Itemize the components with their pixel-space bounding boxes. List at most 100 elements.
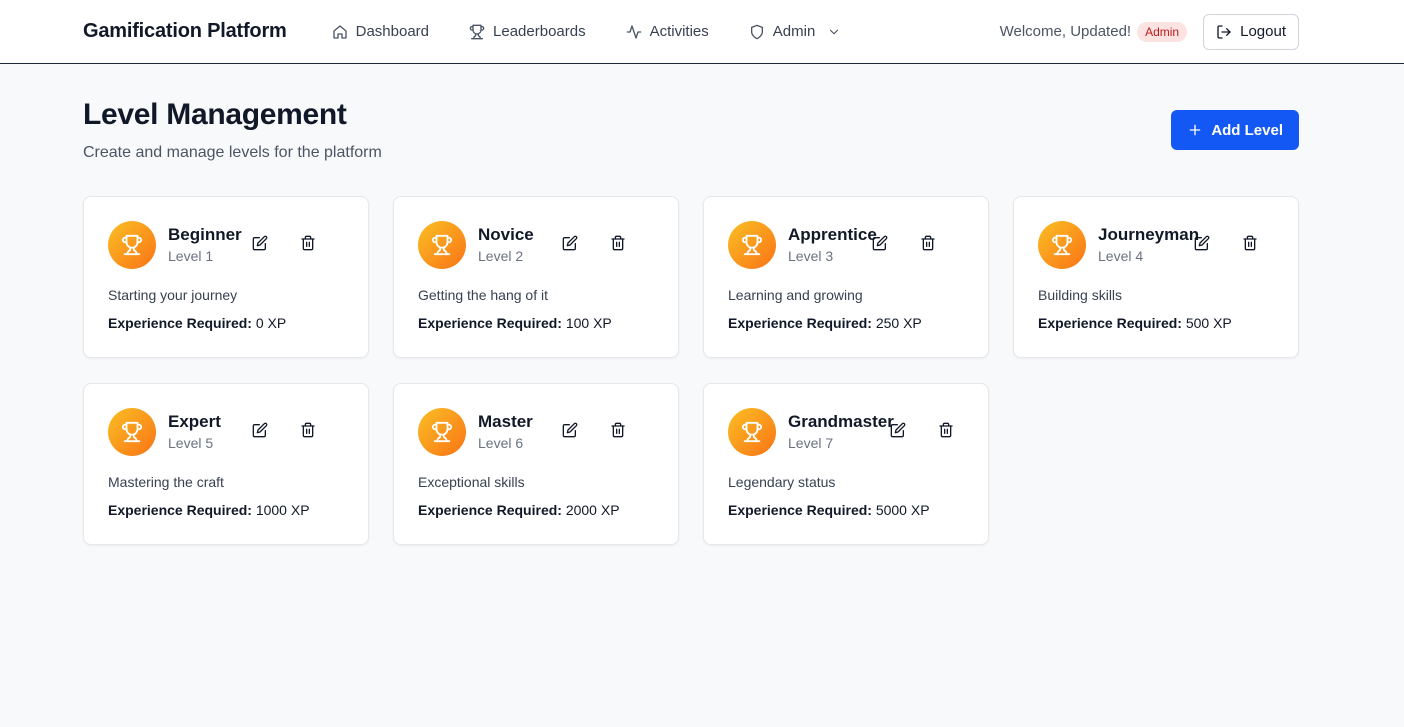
xp-value: 5000 XP	[875, 502, 930, 518]
trophy-icon	[431, 421, 453, 443]
level-name: Novice	[478, 225, 534, 244]
level-xp: Experience Required: 5000 XP	[728, 502, 964, 518]
trophy-icon	[469, 24, 485, 39]
level-card: Novice Level 2 Getting the hang of it Exp…	[393, 196, 679, 358]
level-xp: Experience Required: 250 XP	[728, 315, 964, 331]
trophy-badge	[728, 221, 776, 269]
level-name: Apprentice	[788, 225, 877, 244]
level-description: Exceptional skills	[418, 474, 525, 490]
delete-level-button[interactable]	[296, 418, 320, 442]
trash-icon	[611, 235, 625, 251]
level-number: Level 7	[788, 435, 834, 451]
nav-admin-dropdown[interactable]: Admin	[749, 23, 842, 40]
xp-label: Experience Required:	[418, 502, 562, 518]
xp-value: 2000 XP	[565, 502, 620, 518]
level-name: Journeyman	[1098, 225, 1200, 244]
edit-icon	[1194, 235, 1210, 251]
level-xp: Experience Required: 2000 XP	[418, 502, 654, 518]
trophy-icon	[121, 234, 143, 256]
edit-icon	[562, 422, 578, 438]
level-number: Level 5	[168, 435, 214, 451]
level-xp: Experience Required: 100 XP	[418, 315, 654, 331]
level-description: Mastering the craft	[108, 474, 224, 490]
trash-icon	[1243, 235, 1257, 251]
level-card: Grandmaster Level 7 Legendary status Expe…	[703, 383, 989, 545]
nav-leaderboards[interactable]: Leaderboards	[469, 23, 586, 40]
level-name: Grandmaster	[788, 412, 894, 431]
home-icon	[332, 24, 347, 39]
level-xp: Experience Required: 0 XP	[108, 315, 344, 331]
edit-icon	[252, 422, 268, 438]
logout-button[interactable]: Logout	[1203, 13, 1299, 50]
xp-label: Experience Required:	[108, 315, 252, 331]
trophy-badge	[728, 408, 776, 456]
top-navbar: Gamification Platform Dashboard Leaderbo…	[0, 0, 1404, 64]
delete-level-button[interactable]	[606, 231, 630, 255]
delete-level-button[interactable]	[1238, 231, 1262, 255]
trophy-badge	[108, 408, 156, 456]
page-subtitle: Create and manage levels for the platfor…	[83, 144, 382, 161]
edit-level-button[interactable]	[1190, 231, 1214, 255]
main-nav: Dashboard Leaderboards Activities Admin	[332, 23, 842, 40]
xp-label: Experience Required:	[728, 315, 872, 331]
trash-icon	[301, 422, 315, 438]
xp-value: 500 XP	[1185, 315, 1232, 331]
add-level-label: Add Level	[1211, 121, 1283, 139]
logout-icon	[1217, 24, 1231, 39]
trophy-badge	[418, 408, 466, 456]
trophy-icon	[431, 234, 453, 256]
xp-label: Experience Required:	[728, 502, 872, 518]
role-badge: Admin	[1137, 21, 1188, 42]
chevron-down-icon	[830, 29, 839, 34]
level-number: Level 4	[1098, 248, 1144, 264]
trophy-badge	[1038, 221, 1086, 269]
level-description: Getting the hang of it	[418, 287, 548, 303]
xp-value: 100 XP	[565, 315, 612, 331]
level-name: Master	[478, 412, 533, 431]
activity-icon	[626, 24, 641, 39]
nav-dashboard[interactable]: Dashboard	[332, 23, 429, 40]
trophy-icon	[1051, 234, 1073, 256]
trophy-icon	[741, 234, 763, 256]
edit-level-button[interactable]	[558, 231, 582, 255]
nav-activities-label: Activities	[649, 23, 709, 40]
level-card: Beginner Level 1 Starting your journey Ex…	[83, 196, 369, 358]
nav-activities[interactable]: Activities	[626, 23, 709, 40]
level-name: Expert	[168, 412, 221, 431]
level-number: Level 1	[168, 248, 214, 264]
page-header: Level Management Create and manage level…	[83, 98, 1299, 162]
edit-level-button[interactable]	[558, 418, 582, 442]
level-number: Level 3	[788, 248, 834, 264]
logout-label: Logout	[1240, 23, 1286, 40]
trophy-badge	[418, 221, 466, 269]
add-level-button[interactable]: Add Level	[1171, 110, 1299, 150]
delete-level-button[interactable]	[606, 418, 630, 442]
app-title[interactable]: Gamification Platform	[83, 20, 287, 43]
edit-level-button[interactable]	[868, 231, 892, 255]
edit-icon	[252, 235, 268, 251]
edit-level-button[interactable]	[248, 418, 272, 442]
xp-label: Experience Required:	[108, 502, 252, 518]
edit-level-button[interactable]	[248, 231, 272, 255]
level-card: Journeyman Level 4 Building skills Experi…	[1013, 196, 1299, 358]
xp-value: 0 XP	[255, 315, 287, 331]
nav-admin-label: Admin	[772, 23, 816, 40]
level-card: Master Level 6 Exceptional skills Experie…	[393, 383, 679, 545]
level-name: Beginner	[168, 225, 242, 244]
edit-icon	[872, 235, 888, 251]
delete-level-button[interactable]	[916, 231, 940, 255]
trash-icon	[939, 422, 953, 438]
welcome-text: Welcome, Updated!	[999, 23, 1132, 40]
trophy-icon	[741, 421, 763, 443]
trophy-badge	[108, 221, 156, 269]
level-grid: Beginner Level 1 Starting your journey Ex…	[83, 196, 1299, 545]
shield-icon	[750, 24, 763, 39]
edit-level-button[interactable]	[886, 418, 910, 442]
level-number: Level 6	[478, 435, 524, 451]
trash-icon	[301, 235, 315, 251]
main-content: Level Management Create and manage level…	[0, 64, 1404, 545]
level-xp: Experience Required: 500 XP	[1038, 315, 1274, 331]
trash-icon	[611, 422, 625, 438]
delete-level-button[interactable]	[296, 231, 320, 255]
delete-level-button[interactable]	[934, 418, 958, 442]
